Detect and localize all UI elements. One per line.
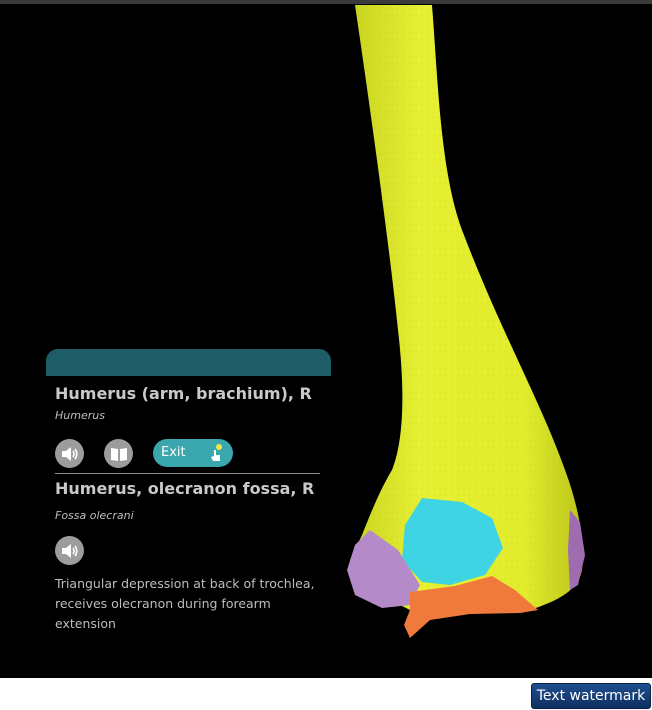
divider bbox=[55, 473, 320, 474]
lateral-epicondyle-region[interactable] bbox=[568, 510, 585, 590]
exit-button[interactable]: Exit bbox=[153, 439, 233, 467]
book-icon bbox=[110, 447, 127, 461]
structure-latin-name: Fossa olecrani bbox=[55, 509, 134, 522]
text-watermark-button[interactable]: Text watermark bbox=[531, 683, 651, 709]
anatomy-viewer[interactable]: Humerus (arm, brachium), R Humerus Exit … bbox=[0, 0, 652, 678]
audio-button[interactable] bbox=[55, 536, 84, 565]
structure-latin-name: Humerus bbox=[55, 409, 105, 422]
info-panel: Humerus (arm, brachium), R Humerus Exit … bbox=[46, 349, 331, 631]
speaker-icon bbox=[61, 543, 78, 558]
audio-button[interactable] bbox=[55, 439, 84, 468]
hand-pointer-icon bbox=[211, 444, 222, 461]
structure-title: Humerus (arm, brachium), R bbox=[55, 384, 312, 403]
exit-button-label: Exit bbox=[161, 445, 186, 460]
speaker-icon bbox=[61, 446, 78, 461]
panel-header[interactable] bbox=[46, 349, 331, 376]
structure-description: Triangular depression at back of trochle… bbox=[55, 576, 315, 631]
book-button[interactable] bbox=[104, 439, 133, 468]
structure-title: Humerus, olecranon fossa, R bbox=[55, 479, 315, 498]
